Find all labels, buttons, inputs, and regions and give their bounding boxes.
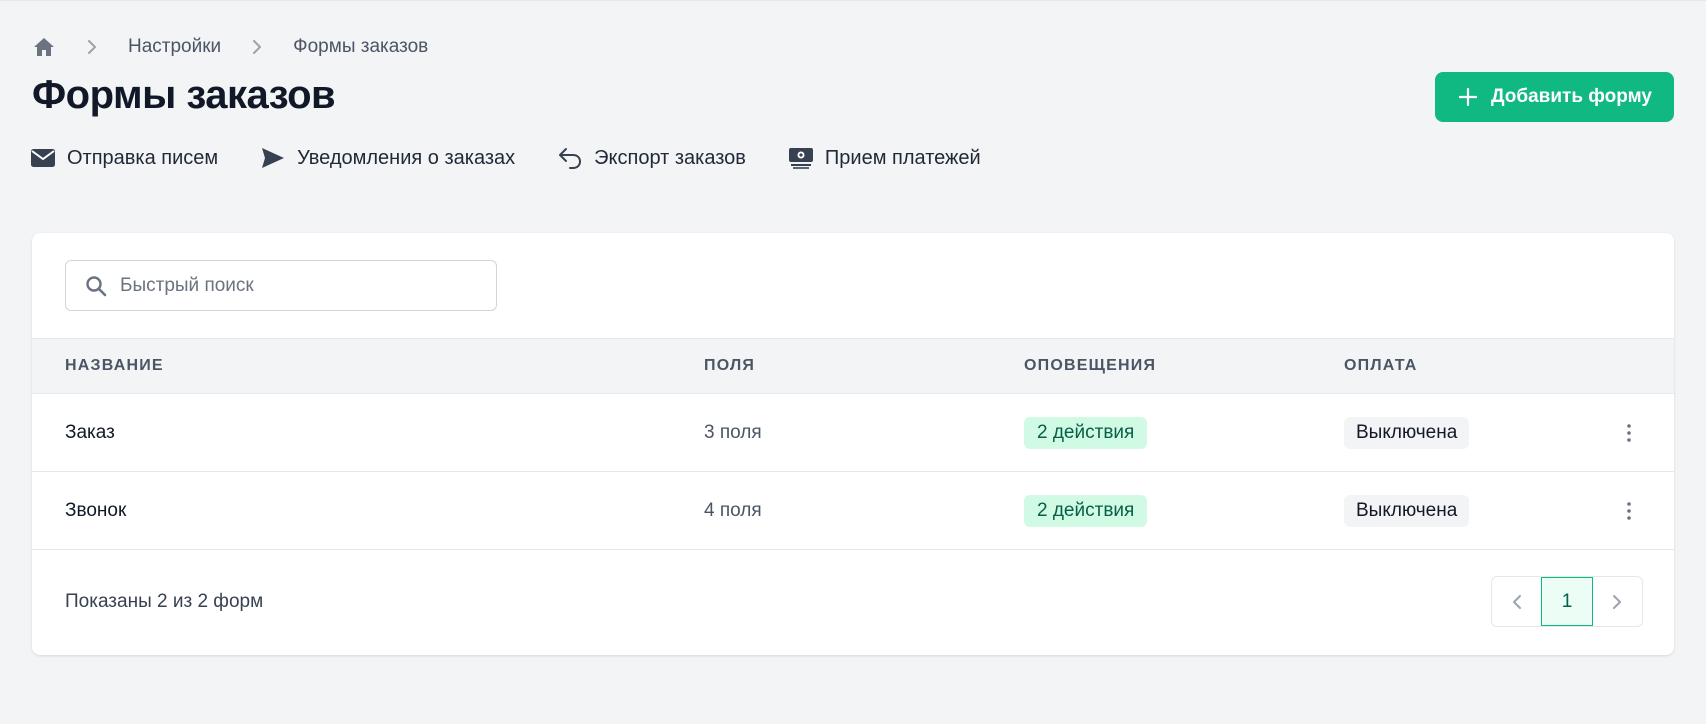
subnav-item-email[interactable]: Отправка писем — [30, 146, 218, 170]
column-header-payment: ОПЛАТА — [1344, 357, 1418, 374]
table-row[interactable]: Звонок 4 поля 2 действия Выключена — [32, 472, 1674, 550]
forms-table-card: НАЗВАНИЕ ПОЛЯ ОПОВЕЩЕНИЯ ОПЛАТА Заказ 3 … — [32, 233, 1674, 655]
column-header-fields: ПОЛЯ — [704, 357, 756, 374]
breadcrumb-item-settings[interactable]: Настройки — [128, 36, 221, 58]
search-input[interactable] — [120, 274, 480, 297]
table-header: НАЗВАНИЕ ПОЛЯ ОПОВЕЩЕНИЯ ОПЛАТА — [32, 338, 1674, 394]
add-form-button[interactable]: Добавить форму — [1435, 72, 1674, 122]
add-form-button-label: Добавить форму — [1490, 86, 1652, 107]
subnav-item-label: Отправка писем — [67, 146, 219, 169]
chevron-right-icon — [82, 37, 102, 57]
notifications-badge[interactable]: 2 действия — [1024, 494, 1148, 527]
payment-status-badge: Выключена — [1344, 494, 1470, 527]
subnav-item-label: Уведомления о заказах — [297, 146, 516, 169]
form-fields-count: 4 поля — [704, 499, 762, 521]
plus-icon — [1457, 86, 1479, 108]
envelope-icon — [30, 146, 56, 170]
column-header-name: НАЗВАНИЕ — [65, 357, 164, 374]
breadcrumb: Настройки Формы заказов — [32, 35, 428, 59]
reply-arrow-icon — [557, 146, 583, 170]
chevron-right-icon — [247, 37, 267, 57]
page-number-current[interactable]: 1 — [1541, 577, 1593, 626]
form-name[interactable]: Заказ — [65, 422, 115, 444]
chevron-right-icon[interactable] — [1593, 577, 1642, 626]
subnav-item-payments[interactable]: Прием платежей — [788, 146, 981, 170]
subnav-item-label: Прием платежей — [824, 146, 981, 169]
settings-subnav: Отправка писем Уведомления о заказах Экс… — [30, 145, 1023, 171]
more-vertical-icon[interactable] — [1617, 496, 1641, 526]
subnav-item-order-export[interactable]: Экспорт заказов — [557, 146, 746, 170]
form-fields-count: 3 поля — [704, 421, 762, 443]
form-name[interactable]: Звонок — [65, 500, 126, 522]
search-icon — [84, 274, 108, 298]
pagination-summary: Показаны 2 из 2 форм — [65, 591, 264, 612]
payment-status-badge: Выключена — [1344, 416, 1470, 449]
subnav-item-label: Экспорт заказов — [594, 146, 746, 169]
paper-plane-icon — [260, 146, 286, 170]
chevron-left-icon[interactable] — [1492, 577, 1541, 626]
home-icon[interactable] — [32, 35, 56, 59]
breadcrumb-item-order-forms[interactable]: Формы заказов — [293, 36, 428, 58]
subnav-item-order-notifications[interactable]: Уведомления о заказах — [260, 146, 515, 170]
column-header-notifications: ОПОВЕЩЕНИЯ — [1024, 357, 1157, 374]
page: Настройки Формы заказов Формы заказов До… — [0, 0, 1706, 724]
table-row[interactable]: Заказ 3 поля 2 действия Выключена — [32, 394, 1674, 472]
search-box — [65, 260, 497, 311]
pagination: 1 — [1491, 576, 1643, 627]
more-vertical-icon[interactable] — [1617, 418, 1641, 448]
page-title: Формы заказов — [32, 73, 336, 117]
money-bill-icon — [788, 146, 814, 170]
notifications-badge[interactable]: 2 действия — [1024, 416, 1148, 449]
